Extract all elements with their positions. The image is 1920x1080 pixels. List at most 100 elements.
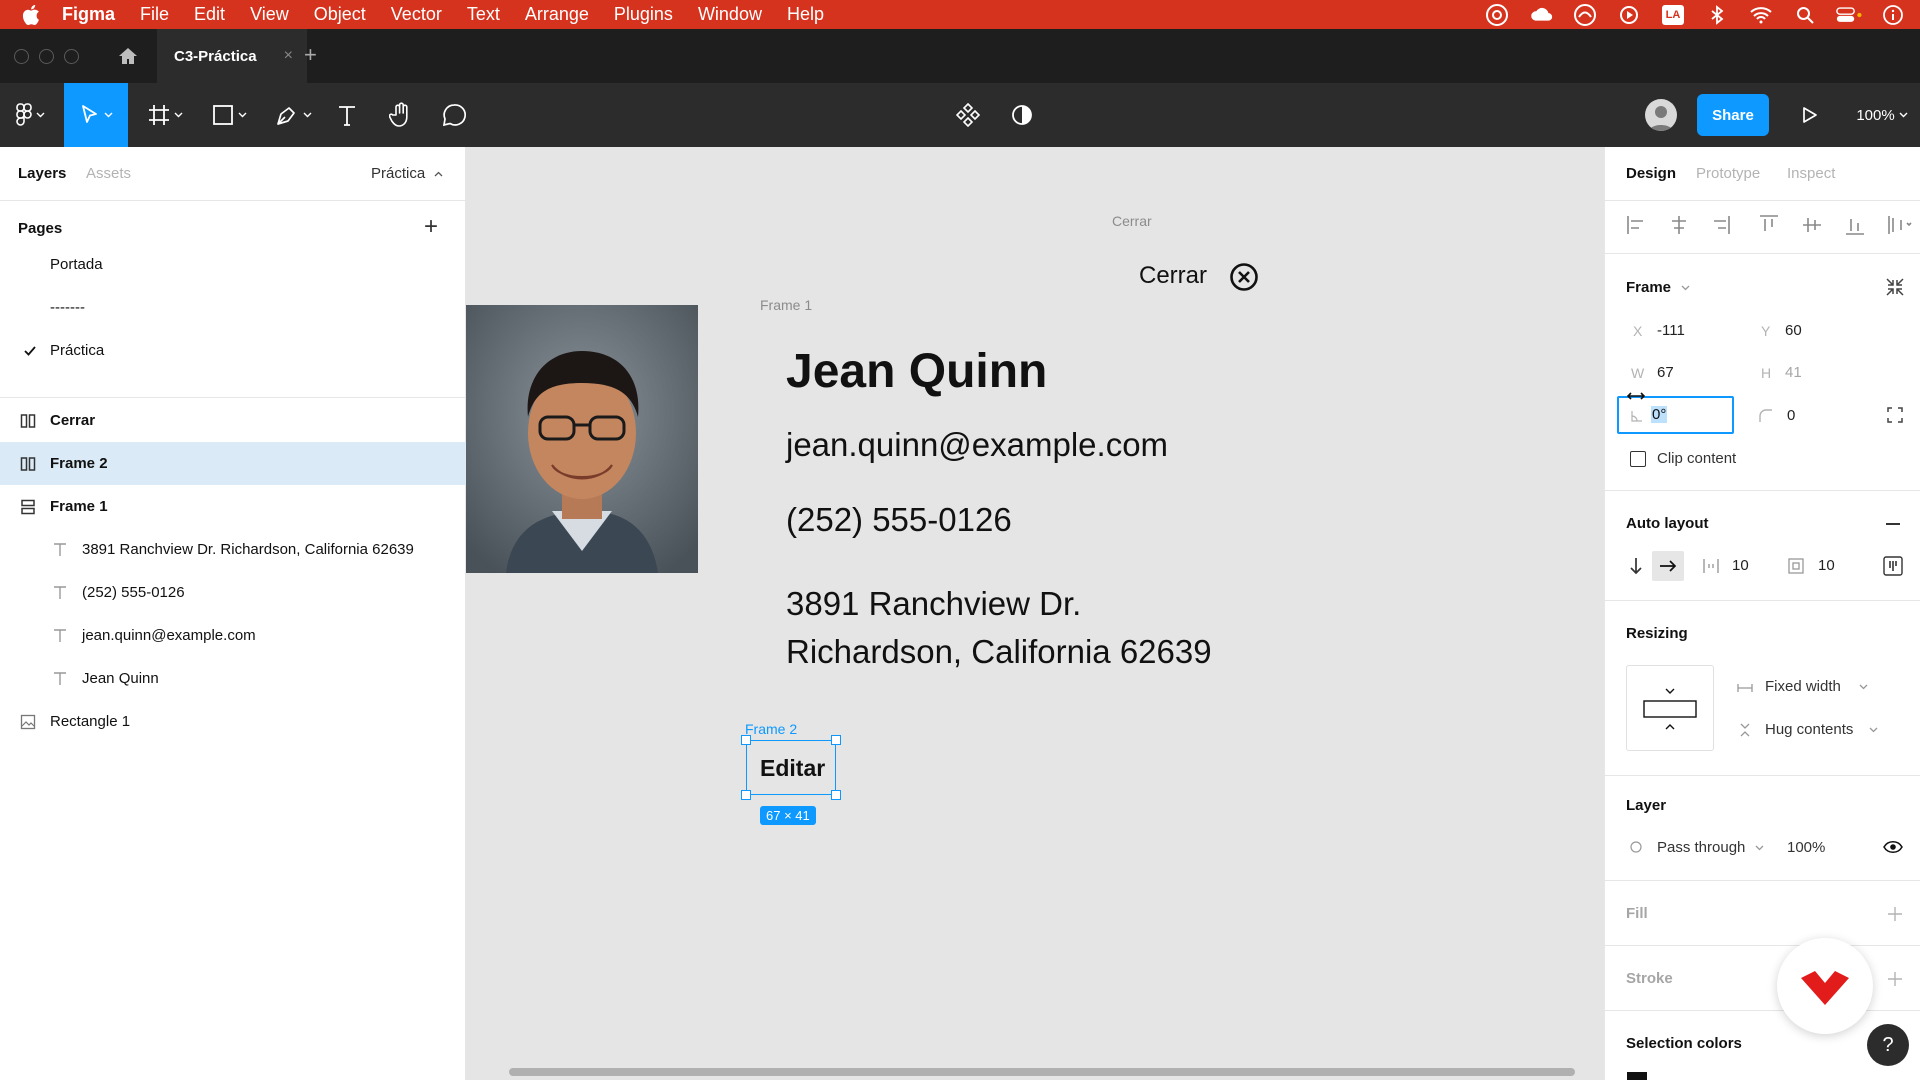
resize-handle-top-right[interactable] bbox=[831, 735, 841, 745]
clip-content-checkbox[interactable] bbox=[1630, 451, 1646, 467]
chevron-down-icon[interactable] bbox=[1755, 845, 1764, 851]
menu-help[interactable]: Help bbox=[787, 4, 824, 25]
frame-label-cerrar[interactable]: Cerrar bbox=[1112, 213, 1152, 229]
layer-name-text[interactable]: Jean Quinn bbox=[0, 657, 466, 700]
spacing-input[interactable]: 10 bbox=[1732, 557, 1749, 574]
page-item-portada[interactable]: Portada bbox=[0, 243, 466, 286]
page-select-label[interactable]: Práctica bbox=[371, 165, 425, 182]
zoom-dropdown[interactable]: 100% bbox=[1852, 83, 1912, 147]
play-circle-icon[interactable] bbox=[1616, 5, 1642, 25]
resize-handle-bottom-left[interactable] bbox=[741, 790, 751, 800]
new-tab-button[interactable]: + bbox=[304, 42, 317, 68]
layer-cerrar[interactable]: Cerrar bbox=[0, 399, 466, 442]
page-item-separator[interactable]: ------- bbox=[0, 286, 466, 329]
cloud-icon[interactable] bbox=[1528, 5, 1554, 25]
horizontal-resizing-dropdown[interactable]: Fixed width bbox=[1765, 678, 1841, 695]
creative-cloud-icon[interactable] bbox=[1484, 3, 1510, 26]
selection-color-swatch[interactable] bbox=[1627, 1072, 1647, 1080]
shape-tool[interactable] bbox=[206, 83, 252, 147]
present-button[interactable] bbox=[1798, 83, 1822, 147]
alignment-grid-icon[interactable] bbox=[1883, 556, 1903, 576]
horizontal-scrollbar[interactable] bbox=[509, 1068, 1575, 1076]
layer-phone-text[interactable]: (252) 555-0126 bbox=[0, 571, 466, 614]
tab-assets[interactable]: Assets bbox=[86, 165, 131, 182]
home-icon[interactable] bbox=[118, 47, 138, 65]
page-item-practica[interactable]: Práctica bbox=[0, 329, 466, 372]
frame-tool[interactable] bbox=[142, 83, 188, 147]
remove-auto-layout-button[interactable] bbox=[1886, 523, 1900, 525]
menu-window[interactable]: Window bbox=[698, 4, 762, 25]
vertical-resizing-dropdown[interactable]: Hug contents bbox=[1765, 721, 1853, 738]
arrow-down-icon[interactable] bbox=[1629, 557, 1643, 575]
frame-label-frame-2[interactable]: Frame 2 bbox=[745, 721, 797, 737]
card-address-line-1[interactable]: 3891 Ranchview Dr. bbox=[786, 585, 1081, 623]
h-input[interactable]: 41 bbox=[1785, 364, 1802, 381]
menu-text[interactable]: Text bbox=[467, 4, 500, 25]
layer-frame-2[interactable]: Frame 2 bbox=[0, 442, 466, 485]
la-icon[interactable]: LA bbox=[1660, 4, 1686, 25]
resize-handle-bottom-right[interactable] bbox=[831, 790, 841, 800]
design-canvas[interactable]: Cerrar Cerrar Frame 1 Jean Quinn jean.qu… bbox=[466, 147, 1604, 1080]
chevron-down-icon[interactable] bbox=[1869, 727, 1878, 733]
main-menu-button[interactable] bbox=[8, 83, 52, 147]
menu-vector[interactable]: Vector bbox=[391, 4, 442, 25]
control-center-icon[interactable] bbox=[1836, 5, 1862, 25]
components-button[interactable] bbox=[954, 83, 982, 147]
theme-toggle-button[interactable] bbox=[1008, 83, 1036, 147]
frame-section-title[interactable]: Frame bbox=[1626, 279, 1671, 296]
apple-icon[interactable] bbox=[22, 4, 40, 25]
padding-input[interactable]: 10 bbox=[1818, 557, 1835, 574]
tab-close-icon[interactable]: × bbox=[284, 47, 293, 65]
resizing-title[interactable]: Resizing bbox=[1626, 625, 1688, 642]
close-circle-icon[interactable] bbox=[1229, 262, 1259, 292]
info-icon[interactable] bbox=[1880, 4, 1906, 25]
bluetooth-icon[interactable] bbox=[1704, 4, 1730, 25]
stroke-section-title[interactable]: Stroke bbox=[1626, 970, 1673, 987]
tab-inspect[interactable]: Inspect bbox=[1787, 165, 1835, 182]
help-button[interactable]: ? bbox=[1867, 1024, 1909, 1066]
y-input[interactable]: 60 bbox=[1785, 322, 1802, 339]
wifi-icon[interactable] bbox=[1748, 5, 1774, 25]
chevron-down-icon[interactable] bbox=[1681, 285, 1690, 291]
selection-colors-title[interactable]: Selection colors bbox=[1626, 1035, 1742, 1052]
chevron-down-icon[interactable] bbox=[1859, 684, 1868, 690]
fill-section-title[interactable]: Fill bbox=[1626, 905, 1648, 922]
layer-section-title[interactable]: Layer bbox=[1626, 797, 1666, 814]
floating-logo-badge[interactable] bbox=[1777, 938, 1873, 1034]
share-button[interactable]: Share bbox=[1697, 94, 1769, 136]
window-zoom-light[interactable] bbox=[64, 49, 79, 64]
profile-photo[interactable] bbox=[466, 305, 698, 573]
tab-design[interactable]: Design bbox=[1626, 165, 1676, 182]
tab-layers[interactable]: Layers bbox=[18, 165, 66, 182]
menu-arrange[interactable]: Arrange bbox=[525, 4, 589, 25]
menu-view[interactable]: View bbox=[250, 4, 289, 25]
independent-corners-icon[interactable] bbox=[1887, 407, 1903, 423]
direction-horizontal-button[interactable] bbox=[1652, 551, 1684, 581]
tab-c3-practica[interactable]: C3-Práctica × bbox=[157, 29, 307, 83]
menu-edit[interactable]: Edit bbox=[194, 4, 225, 25]
resize-handle-top-left[interactable] bbox=[741, 735, 751, 745]
layer-opacity-input[interactable]: 100% bbox=[1787, 839, 1825, 856]
move-tool[interactable] bbox=[64, 83, 128, 147]
cerrar-text[interactable]: Cerrar bbox=[1139, 262, 1207, 290]
window-close-light[interactable] bbox=[14, 49, 29, 64]
frame-label-frame-1[interactable]: Frame 1 bbox=[760, 297, 812, 313]
collapse-arrows-icon[interactable] bbox=[1885, 277, 1905, 297]
acrobat-icon[interactable] bbox=[1572, 3, 1598, 26]
add-page-button[interactable]: + bbox=[424, 213, 438, 241]
card-address-line-2[interactable]: Richardson, California 62639 bbox=[786, 633, 1212, 671]
blend-mode-dropdown[interactable]: Pass through bbox=[1657, 839, 1745, 856]
corner-radius-input[interactable]: 0 bbox=[1787, 407, 1795, 424]
menu-file[interactable]: File bbox=[140, 4, 169, 25]
layer-rectangle-1[interactable]: Rectangle 1 bbox=[0, 700, 466, 743]
layer-frame-1[interactable]: Frame 1 bbox=[0, 485, 466, 528]
w-input[interactable]: 67 bbox=[1657, 364, 1674, 381]
tab-prototype[interactable]: Prototype bbox=[1696, 165, 1760, 182]
menu-app-name[interactable]: Figma bbox=[62, 4, 115, 25]
resizing-preview[interactable] bbox=[1626, 665, 1714, 751]
alignment-toolbar[interactable] bbox=[1625, 212, 1915, 238]
eye-icon[interactable] bbox=[1883, 840, 1903, 854]
layer-address-text[interactable]: 3891 Ranchview Dr. Richardson, Californi… bbox=[0, 528, 466, 571]
frame-2-selection[interactable]: Editar bbox=[746, 740, 836, 795]
window-minimize-light[interactable] bbox=[39, 49, 54, 64]
